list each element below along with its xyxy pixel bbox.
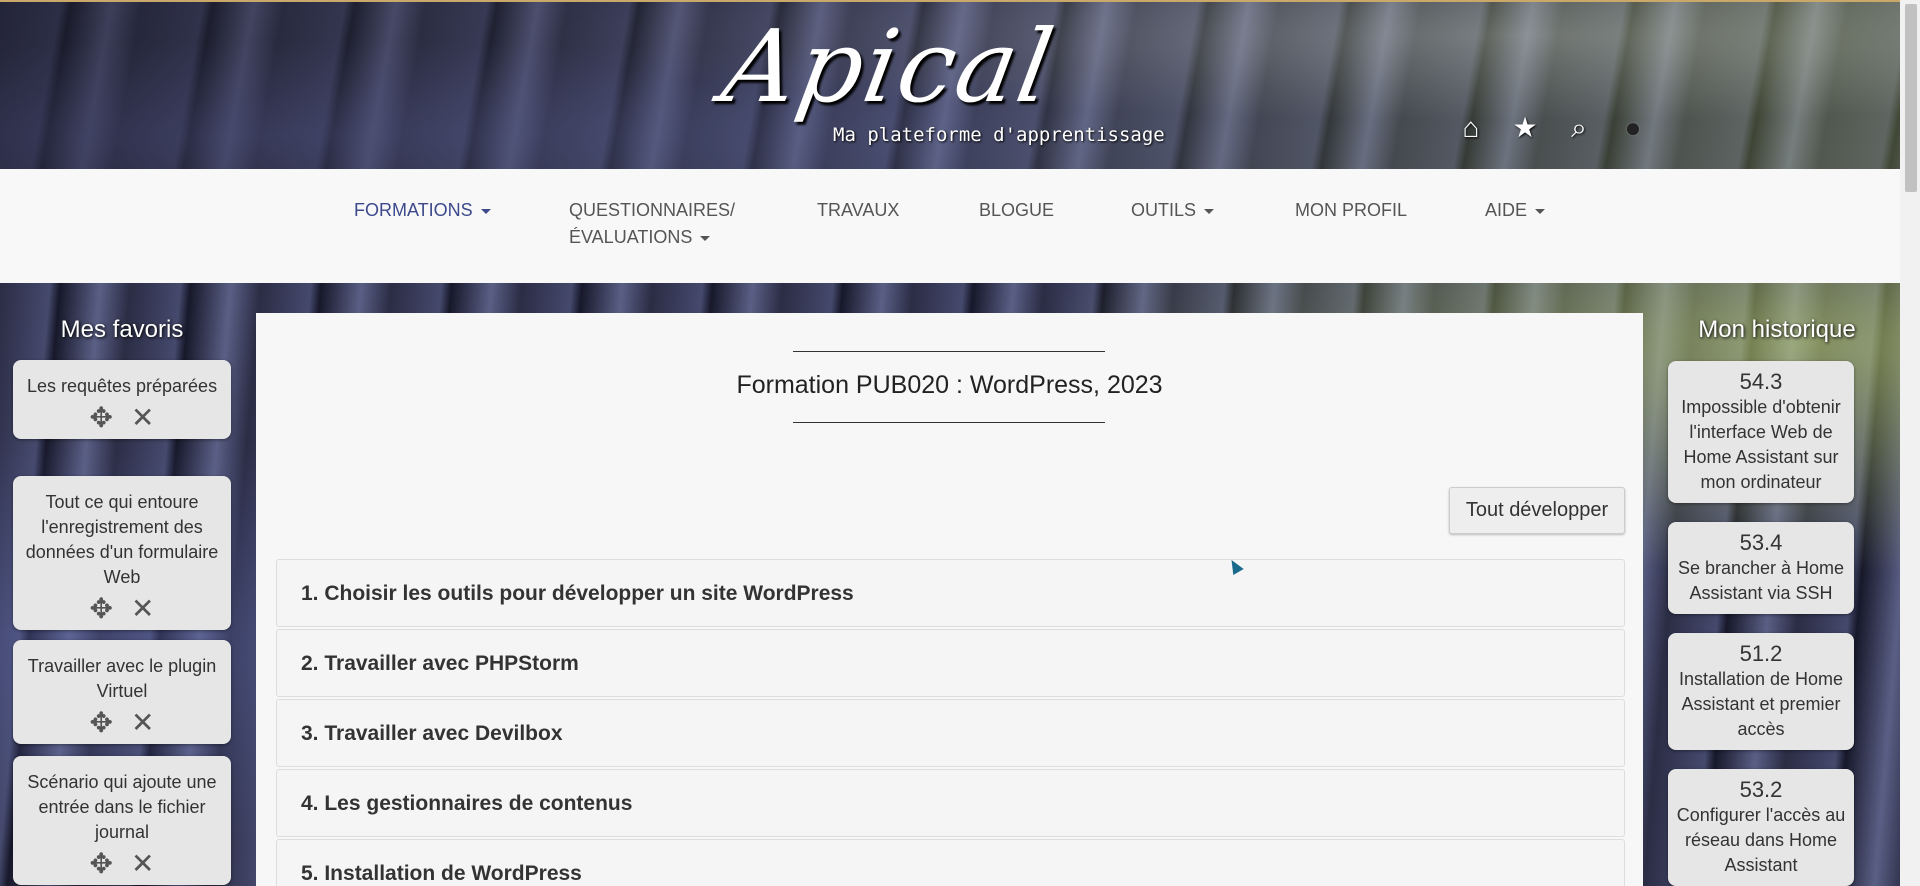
search-icon[interactable]: ⌕ [1563, 112, 1595, 144]
nav-evaluations-label: ÉVALUATIONS [569, 227, 693, 247]
favorite-label: Scénario qui ajoute une entrée dans le f… [27, 772, 217, 842]
main-panel: Formation PUB020 : WordPress, 2023 Tout … [256, 313, 1643, 886]
favorite-item[interactable]: Tout ce qui entoure l'enregistrement des… [13, 476, 231, 630]
nav-aide-label: AIDE [1485, 200, 1528, 220]
nav-questionnaires-label: QUESTIONNAIRES/ [569, 200, 736, 220]
nav-travaux-label: TRAVAUX [817, 200, 900, 220]
favorites-title: Mes favoris [60, 316, 184, 343]
history-label: Installation de Home Assistant et premie… [1678, 669, 1844, 739]
history-number: 51.2 [1739, 641, 1783, 666]
history-item[interactable]: 53.4 Se brancher à Home Assistant via SS… [1668, 522, 1854, 614]
site-logo[interactable]: Apical [715, 8, 1063, 125]
title-rule-bottom [793, 422, 1105, 423]
chevron-down-icon [700, 235, 711, 241]
history-number: 53.4 [1739, 530, 1783, 555]
close-icon[interactable]: ✕ [131, 849, 154, 879]
nav-mon-profil-label: MON PROFIL [1295, 200, 1408, 220]
page-title: Formation PUB020 : WordPress, 2023 [736, 371, 1163, 399]
history-title: Mon historique [1698, 316, 1856, 343]
nav-aide[interactable]: AIDE [1485, 197, 1546, 224]
history-item[interactable]: 51.2 Installation de Home Assistant et p… [1668, 633, 1854, 750]
header-icons: ⌂ ★ ⌕ ● [1455, 112, 1649, 144]
close-icon[interactable]: ✕ [131, 594, 154, 624]
history-item[interactable]: 53.2 Configurer l'accès au réseau dans H… [1668, 769, 1854, 886]
nav-blogue[interactable]: BLOGUE [979, 197, 1054, 224]
favorite-label: Tout ce qui entoure l'enregistrement des… [25, 492, 219, 587]
nav-questionnaires[interactable]: QUESTIONNAIRES/ ÉVALUATIONS [569, 197, 735, 251]
expand-all-button[interactable]: Tout développer [1449, 487, 1625, 534]
site-tagline: Ma plateforme d'apprentissage [833, 124, 1165, 146]
favorite-item[interactable]: Travailler avec le plugin Virtuel ✥ ✕ [13, 640, 231, 744]
nav-mon-profil[interactable]: MON PROFIL [1295, 197, 1407, 224]
nav-travaux[interactable]: TRAVAUX [817, 197, 899, 224]
favorite-item[interactable]: Scénario qui ajoute une entrée dans le f… [13, 756, 231, 885]
star-icon[interactable]: ★ [1509, 112, 1541, 144]
accordion-section[interactable]: 3. Travailler avec Devilbox [276, 699, 1625, 767]
title-rule-top [793, 351, 1105, 352]
chevron-down-icon [480, 208, 491, 214]
accordion-section[interactable]: 2. Travailler avec PHPStorm [276, 629, 1625, 697]
chevron-down-icon [1535, 208, 1546, 214]
favorite-item[interactable]: Les requêtes préparées ✥ ✕ [13, 360, 231, 439]
move-icon[interactable]: ✥ [90, 849, 113, 879]
scrollbar-thumb[interactable] [1905, 4, 1917, 192]
chevron-down-icon [1204, 208, 1215, 214]
history-label: Impossible d'obtenir l'interface Web de … [1681, 397, 1841, 492]
close-icon[interactable]: ✕ [131, 708, 154, 738]
nav-formations[interactable]: FORMATIONS [354, 197, 491, 224]
home-icon[interactable]: ⌂ [1455, 112, 1487, 144]
move-icon[interactable]: ✥ [90, 594, 113, 624]
history-label: Configurer l'accès au réseau dans Home A… [1676, 805, 1846, 875]
nav-formations-label: FORMATIONS [354, 200, 473, 220]
nav-outils[interactable]: OUTILS [1131, 197, 1215, 224]
user-icon[interactable]: ● [1617, 112, 1649, 144]
accordion-section[interactable]: 1. Choisir les outils pour développer un… [276, 559, 1625, 627]
history-number: 53.2 [1739, 777, 1783, 802]
close-icon[interactable]: ✕ [131, 403, 154, 433]
accordion-section[interactable]: 4. Les gestionnaires de contenus [276, 769, 1625, 837]
main-nav: FORMATIONS QUESTIONNAIRES/ ÉVALUATIONS T… [0, 169, 1900, 283]
nav-outils-label: OUTILS [1131, 200, 1197, 220]
history-number: 54.3 [1739, 369, 1783, 394]
history-item[interactable]: 54.3 Impossible d'obtenir l'interface We… [1668, 361, 1854, 503]
history-label: Se brancher à Home Assistant via SSH [1677, 558, 1845, 603]
nav-blogue-label: BLOGUE [979, 200, 1055, 220]
favorite-label: Les requêtes préparées [26, 376, 218, 396]
accordion-section[interactable]: 5. Installation de WordPress [276, 839, 1625, 886]
move-icon[interactable]: ✥ [90, 708, 113, 738]
favorite-label: Travailler avec le plugin Virtuel [27, 656, 217, 701]
move-icon[interactable]: ✥ [90, 403, 113, 433]
